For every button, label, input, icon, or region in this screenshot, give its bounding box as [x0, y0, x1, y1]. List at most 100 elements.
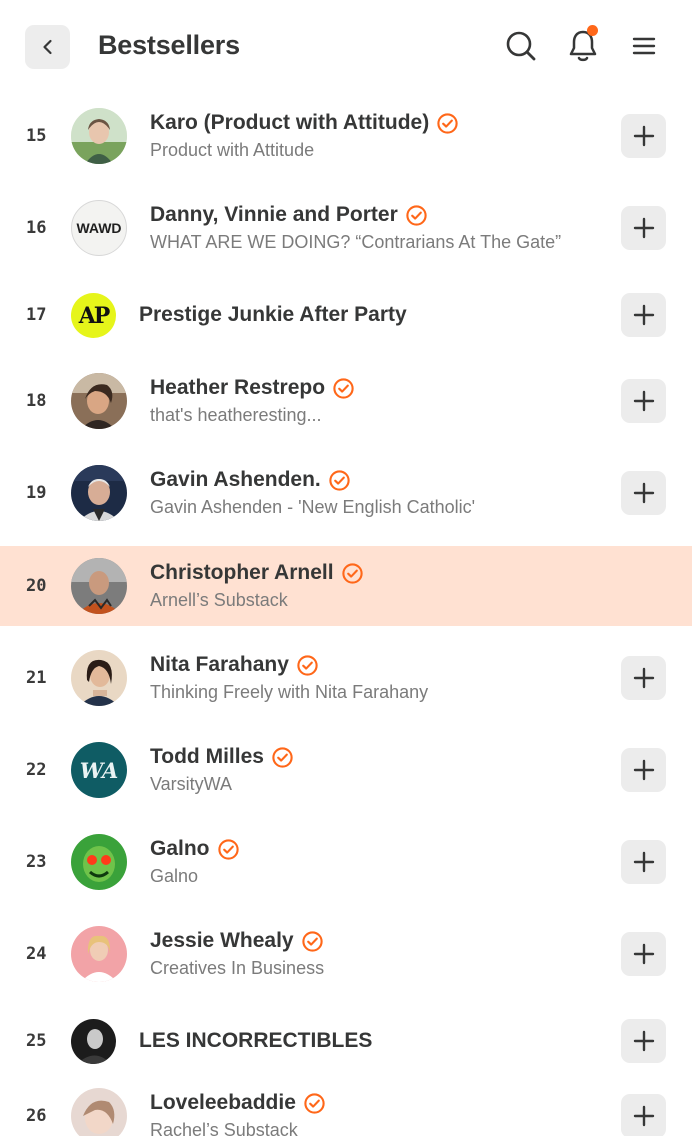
- plus-icon: [633, 125, 654, 147]
- rank-number: 25: [26, 1031, 47, 1051]
- verified-check-icon: [406, 204, 427, 226]
- publication-title: that's heatheresting...: [150, 405, 322, 425]
- publication-title: Galno: [150, 866, 199, 886]
- verified-check-icon: [301, 930, 323, 952]
- publication-author: Karo (Product with Attitude): [150, 111, 430, 134]
- publication-author: Nita Farahany: [150, 653, 289, 676]
- avatar: [71, 108, 127, 164]
- list-item-highlighted[interactable]: 20 Christopher Arnell Arnell’s Substack: [0, 546, 692, 626]
- publication-author: Prestige Junkie After Party: [139, 303, 407, 326]
- subscribe-button[interactable]: [621, 293, 666, 337]
- back-button[interactable]: [25, 25, 70, 69]
- publication-author: Loveleebaddie: [150, 1091, 296, 1114]
- avatar: WAWD: [71, 200, 127, 256]
- publication-title: WHAT ARE WE DOING? “Contrarians At The G…: [150, 232, 562, 252]
- list-item[interactable]: 24 Jessie Whealy Creatives In Business: [0, 914, 692, 994]
- list-item[interactable]: 22 WA Todd Milles VarsityWA: [0, 730, 692, 810]
- rank-number: 16: [26, 218, 47, 238]
- subscribe-button[interactable]: [621, 379, 666, 423]
- publication-author: Jessie Whealy: [150, 929, 294, 952]
- verified-check-icon: [297, 654, 318, 676]
- list-item[interactable]: 21 Nita Farahany Thinking Freely with Ni…: [0, 638, 692, 718]
- rank-number: 15: [26, 126, 47, 146]
- subscribe-button[interactable]: [621, 471, 666, 515]
- rank-number: 17: [26, 305, 47, 325]
- subscribe-button[interactable]: [621, 932, 666, 976]
- verified-check-icon: [272, 746, 293, 768]
- rank-number: 26: [26, 1106, 47, 1126]
- plus-icon: [633, 759, 654, 781]
- verified-check-icon: [333, 377, 354, 399]
- search-button[interactable]: [503, 28, 539, 64]
- notification-badge: [587, 25, 598, 36]
- top-app-bar: Bestsellers: [0, 0, 692, 96]
- rank-number: 20: [26, 576, 47, 596]
- avatar: [71, 1088, 127, 1136]
- avatar: [71, 558, 127, 614]
- menu-button[interactable]: [626, 28, 662, 64]
- subscribe-button[interactable]: [621, 656, 666, 700]
- avatar-text: AP: [78, 302, 111, 329]
- avatar-text: WAWD: [76, 220, 122, 236]
- publication-title: Product with Attitude: [150, 140, 315, 160]
- publication-author: Christopher Arnell: [150, 561, 334, 584]
- list-item[interactable]: 23 Galno Galno: [0, 822, 692, 902]
- rank-number: 22: [26, 760, 47, 780]
- rank-number: 18: [26, 391, 47, 411]
- avatar: [71, 926, 127, 982]
- publication-title: VarsityWA: [150, 774, 233, 794]
- avatar: AP: [71, 293, 116, 338]
- avatar: WA: [71, 742, 127, 798]
- avatar: [71, 373, 127, 429]
- list-item[interactable]: 19 Gavin Ashenden. Gavin Ashenden - 'New…: [0, 453, 692, 533]
- rank-number: 19: [26, 483, 47, 503]
- publication-title: Rachel’s Substack: [150, 1120, 298, 1136]
- verified-check-icon: [304, 1092, 325, 1114]
- avatar: [71, 834, 127, 890]
- hamburger-menu-icon: [632, 37, 656, 55]
- publication-title: Arnell’s Substack: [150, 590, 288, 610]
- publication-author: Gavin Ashenden.: [150, 468, 321, 491]
- plus-icon: [633, 482, 654, 504]
- verified-check-icon: [437, 112, 458, 134]
- notifications-button[interactable]: [565, 25, 601, 64]
- avatar: [71, 1019, 116, 1064]
- plus-icon: [633, 1105, 654, 1127]
- verified-check-icon: [341, 562, 363, 584]
- list-item[interactable]: 26 Loveleebaddie Rachel’s Substack: [0, 1076, 692, 1136]
- publication-title: Gavin Ashenden - 'New English Catholic': [150, 497, 476, 517]
- plus-icon: [633, 1030, 654, 1052]
- avatar: [71, 650, 127, 706]
- list-item[interactable]: 17 AP Prestige Junkie After Party: [0, 275, 692, 355]
- avatar: [71, 465, 127, 521]
- plus-icon: [633, 390, 654, 412]
- avatar-text: WA: [79, 757, 119, 783]
- publication-author: Todd Milles: [150, 745, 264, 768]
- rank-number: 21: [26, 668, 47, 688]
- publication-title: Thinking Freely with Nita Farahany: [150, 682, 429, 702]
- verified-check-icon: [217, 838, 239, 860]
- plus-icon: [633, 217, 654, 239]
- subscribe-button[interactable]: [621, 1019, 666, 1063]
- rank-number: 24: [26, 944, 47, 964]
- plus-icon: [633, 851, 654, 873]
- subscribe-button[interactable]: [621, 206, 666, 250]
- plus-icon: [633, 304, 654, 326]
- list-item[interactable]: 15 Karo (Product with Attitude) Product …: [0, 96, 692, 176]
- publication-author: LES INCORRECTIBLES: [139, 1029, 373, 1052]
- list-item[interactable]: 18 Heather Restrepo that's heatheresting…: [0, 361, 692, 441]
- search-icon: [506, 31, 536, 61]
- page-title: Bestsellers: [98, 30, 240, 60]
- publication-author: Galno: [150, 837, 210, 860]
- rank-number: 23: [26, 852, 47, 872]
- list-item[interactable]: 16 WAWD Danny, Vinnie and Porter WHAT AR…: [0, 188, 692, 268]
- chevron-left-icon: [42, 39, 52, 55]
- subscribe-button[interactable]: [621, 840, 666, 884]
- publication-title: Creatives In Business: [150, 958, 325, 978]
- subscribe-button[interactable]: [621, 748, 666, 792]
- plus-icon: [633, 943, 654, 965]
- list-item[interactable]: 25 LES INCORRECTIBLES: [0, 1001, 692, 1081]
- subscribe-button[interactable]: [621, 114, 666, 158]
- subscribe-button[interactable]: [621, 1094, 666, 1136]
- verified-check-icon: [329, 469, 350, 491]
